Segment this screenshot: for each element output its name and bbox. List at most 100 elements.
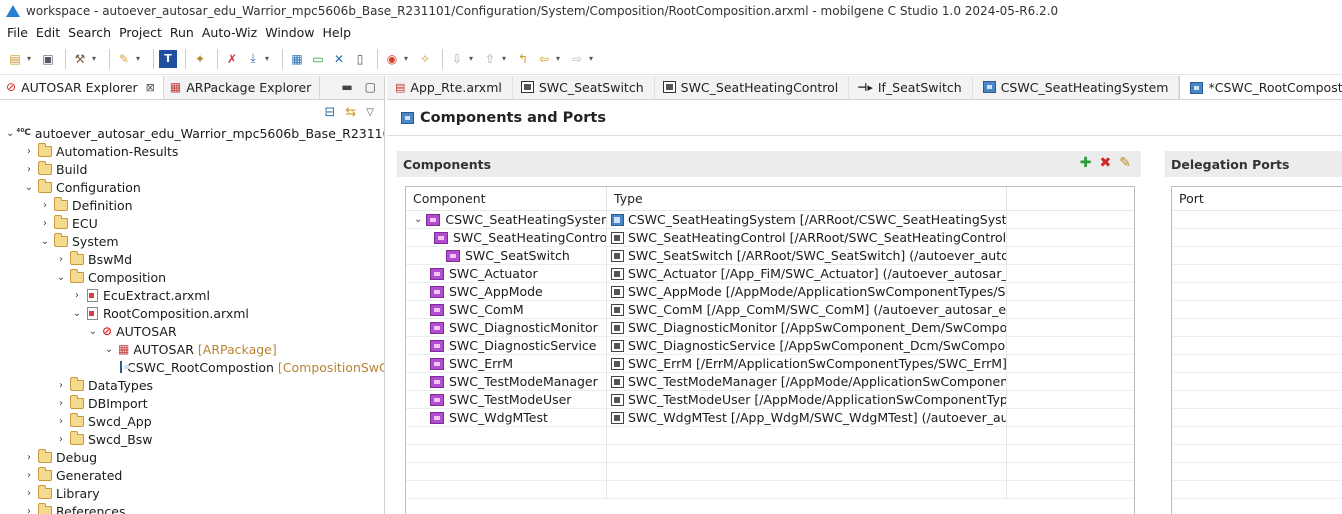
- tree-item[interactable]: › Definition: [0, 196, 384, 214]
- chevron-right-icon[interactable]: ›: [22, 488, 36, 499]
- tree-item[interactable]: › BswMd: [0, 250, 384, 268]
- tree-item[interactable]: › Automation-Results: [0, 142, 384, 160]
- chevron-right-icon[interactable]: ›: [54, 398, 68, 409]
- menu-edit[interactable]: Edit: [33, 25, 65, 40]
- tree-item[interactable]: CSWC_RootCompostion [CompositionSwC: [0, 358, 384, 376]
- menu-run[interactable]: Run: [167, 25, 199, 40]
- last-edit-icon[interactable]: ↰: [514, 50, 532, 68]
- tree-item[interactable]: ⌄ ⊘ AUTOSAR: [0, 322, 384, 340]
- column-type[interactable]: Type: [607, 187, 1007, 211]
- table-row[interactable]: SWC_TestModeUser SWC_TestModeUser [/AppMo…: [406, 390, 1134, 409]
- editor-tab[interactable]: SWC_SeatSwitch: [513, 76, 655, 99]
- build-icon[interactable]: ⚒: [71, 50, 89, 68]
- editor-tab[interactable]: CSWC_SeatHeatingSystem: [973, 76, 1180, 99]
- table-row[interactable]: SWC_ComM SWC_ComM [/App_ComM/SWC_ComM] (/…: [406, 300, 1134, 319]
- editor-tab[interactable]: ▤ App_Rte.arxml: [387, 76, 513, 99]
- chevron-right-icon[interactable]: ›: [22, 146, 36, 157]
- new-icon[interactable]: ▤: [6, 50, 24, 68]
- run-dropdown-icon[interactable]: ▾: [404, 54, 411, 63]
- editor-tab[interactable]: SWC_SeatHeatingControl: [655, 76, 850, 99]
- next-annotation-dropdown-icon[interactable]: ▾: [469, 54, 476, 63]
- chevron-down-icon[interactable]: ⌄: [102, 344, 116, 355]
- column-component[interactable]: Component: [406, 187, 607, 211]
- chevron-down-icon[interactable]: ⌄: [70, 308, 84, 319]
- tree-item[interactable]: › Debug: [0, 448, 384, 466]
- star-icon[interactable]: ✧: [416, 50, 434, 68]
- tree-item[interactable]: ⌄ ▦ AUTOSAR [ARPackage]: [0, 340, 384, 358]
- minimize-icon[interactable]: ▬: [341, 80, 352, 94]
- table-row[interactable]: SWC_WdgMTest SWC_WdgMTest [/App_WdgM/SWC_…: [406, 408, 1134, 427]
- chevron-right-icon[interactable]: ›: [22, 452, 36, 463]
- chevron-down-icon[interactable]: ⌄: [38, 236, 52, 247]
- table-row[interactable]: SWC_DiagnosticMonitor SWC_DiagnosticMonit…: [406, 318, 1134, 337]
- chevron-right-icon[interactable]: ›: [54, 434, 68, 445]
- back-icon[interactable]: ⇦: [535, 50, 553, 68]
- generate-icon[interactable]: ✎: [115, 50, 133, 68]
- chevron-right-icon[interactable]: ›: [54, 254, 68, 265]
- chevron-down-icon[interactable]: ⌄: [54, 272, 68, 283]
- tree-item[interactable]: › DataTypes: [0, 376, 384, 394]
- chevron-down-icon[interactable]: ⌄: [6, 128, 14, 139]
- menu-auto-wiz[interactable]: Auto-Wiz: [199, 25, 262, 40]
- import-icon[interactable]: ⤓: [244, 50, 262, 68]
- tab-arpackage-explorer[interactable]: ▦ ARPackage Explorer: [164, 76, 321, 99]
- table-row[interactable]: SWC_Actuator SWC_Actuator [/App_FiM/SWC_A…: [406, 264, 1134, 283]
- menu-window[interactable]: Window: [262, 25, 319, 40]
- collapse-all-icon[interactable]: ⊟: [324, 105, 335, 120]
- tree-item[interactable]: ⌄ System: [0, 232, 384, 250]
- table-row[interactable]: SWC_DiagnosticService SWC_DiagnosticServi…: [406, 336, 1134, 355]
- import-dropdown-icon[interactable]: ▾: [265, 54, 272, 63]
- tree-item[interactable]: ⌄ RootComposition.arxml: [0, 304, 384, 322]
- maximize-icon[interactable]: ▢: [365, 80, 376, 94]
- back-dropdown-icon[interactable]: ▾: [556, 54, 563, 63]
- chevron-right-icon[interactable]: ›: [22, 164, 36, 175]
- cross-tool-icon[interactable]: ✕: [330, 50, 348, 68]
- view-menu-icon[interactable]: ▽: [366, 107, 374, 118]
- forward-dropdown-icon[interactable]: ▾: [589, 54, 596, 63]
- grid-icon[interactable]: ▦: [288, 50, 306, 68]
- next-annotation-icon[interactable]: ⇩: [448, 50, 466, 68]
- table-row[interactable]: SWC_SeatSwitch SWC_SeatSwitch [/ARRoot/SW…: [406, 246, 1134, 265]
- chevron-right-icon[interactable]: ›: [22, 470, 36, 481]
- menu-help[interactable]: Help: [320, 25, 357, 40]
- table-row[interactable]: SWC_AppMode SWC_AppMode [/AppMode/Applica…: [406, 282, 1134, 301]
- chevron-right-icon[interactable]: ›: [38, 218, 52, 229]
- tab-autosar-explorer[interactable]: ⊘ AUTOSAR Explorer ⊠: [0, 76, 164, 99]
- editor-tab[interactable]: ⊣▸ If_SeatSwitch: [849, 76, 973, 99]
- rectangle-icon[interactable]: ▭: [309, 50, 327, 68]
- tree-item[interactable]: › EcuExtract.arxml: [0, 286, 384, 304]
- editor-tab[interactable]: *CSWC_RootCompostion⊠: [1179, 76, 1342, 99]
- tree-item[interactable]: ⌄ ⁴⁰C autoever_autosar_edu_Warrior_mpc5606…: [0, 124, 384, 142]
- forward-icon[interactable]: ⇨: [568, 50, 586, 68]
- chevron-right-icon[interactable]: ›: [38, 200, 52, 211]
- close-icon[interactable]: ⊠: [146, 81, 155, 94]
- new-dropdown-icon[interactable]: ▾: [27, 54, 34, 63]
- build-dropdown-icon[interactable]: ▾: [92, 54, 99, 63]
- save-icon[interactable]: ▣: [39, 50, 57, 68]
- chevron-right-icon[interactable]: ›: [70, 290, 84, 301]
- tree-item[interactable]: › Swcd_App: [0, 412, 384, 430]
- tree-item[interactable]: › DBImport: [0, 394, 384, 412]
- chevron-down-icon[interactable]: ⌄: [414, 214, 422, 225]
- table-row[interactable]: SWC_SeatHeatingControl SWC_SeatHeatingCon…: [406, 228, 1134, 247]
- run-icon[interactable]: ◉: [383, 50, 401, 68]
- tree-item[interactable]: › ECU: [0, 214, 384, 232]
- prev-annotation-icon[interactable]: ⇧: [481, 50, 499, 68]
- chevron-right-icon[interactable]: ›: [54, 380, 68, 391]
- sparkle-icon[interactable]: ✦: [191, 50, 209, 68]
- menu-search[interactable]: Search: [65, 25, 116, 40]
- tree-item[interactable]: ⌄ Composition: [0, 268, 384, 286]
- link-with-editor-icon[interactable]: ⇆: [345, 105, 356, 120]
- menu-project[interactable]: Project: [116, 25, 167, 40]
- menu-file[interactable]: File: [4, 25, 33, 40]
- terminal-icon[interactable]: T: [159, 49, 177, 68]
- prev-annotation-dropdown-icon[interactable]: ▾: [502, 54, 509, 63]
- chevron-down-icon[interactable]: ⌄: [86, 326, 100, 337]
- tree-item[interactable]: › Swcd_Bsw: [0, 430, 384, 448]
- table-row[interactable]: ⌄ CSWC_SeatHeatingSystem CSWC_SeatHeatingS…: [406, 210, 1134, 229]
- tree-item[interactable]: › References: [0, 502, 384, 514]
- table-row[interactable]: SWC_ErrM SWC_ErrM [/ErrM/ApplicationSwCom…: [406, 354, 1134, 373]
- validate-icon[interactable]: ✗: [223, 50, 241, 68]
- tree-item[interactable]: › Generated: [0, 466, 384, 484]
- tree-item[interactable]: ⌄ Configuration: [0, 178, 384, 196]
